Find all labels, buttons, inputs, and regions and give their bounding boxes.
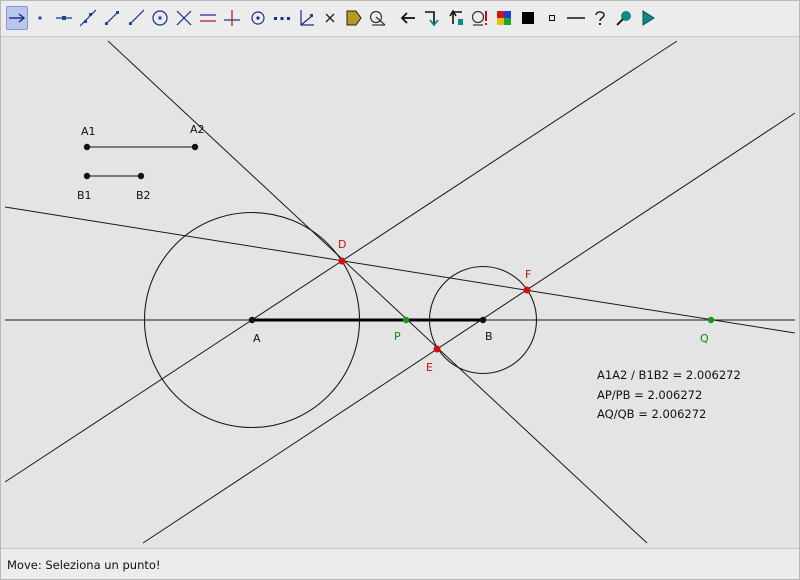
label-e: E — [426, 361, 433, 374]
angle-tool[interactable] — [295, 6, 317, 30]
point-b2[interactable] — [137, 172, 145, 180]
point-style-tool[interactable] — [541, 6, 563, 30]
move-tool[interactable] — [6, 6, 28, 30]
move-arrow-icon — [9, 13, 26, 23]
fill-tool[interactable] — [343, 6, 365, 30]
point-f[interactable] — [523, 286, 531, 294]
label-a: A — [253, 332, 261, 345]
point-a[interactable] — [248, 316, 256, 324]
point-icon — [38, 16, 42, 20]
segment-icon — [105, 11, 119, 25]
dash-line-icon — [567, 17, 585, 19]
delete-icon — [325, 13, 335, 23]
play-tool[interactable] — [637, 6, 659, 30]
label-b1: B1 — [77, 189, 92, 202]
point-b1[interactable] — [83, 172, 91, 180]
help-icon — [595, 11, 605, 25]
point-q[interactable] — [707, 316, 715, 324]
midpoint-icon — [251, 11, 265, 25]
fill-polygon-icon — [346, 10, 362, 26]
point-e[interactable] — [433, 345, 441, 353]
circle-center-tool[interactable] — [247, 6, 269, 30]
status-bar: Move: Seleziona un punto! — [1, 548, 799, 579]
line-icon — [79, 9, 97, 27]
point-a1[interactable] — [83, 143, 91, 151]
parallel-icon — [200, 14, 216, 22]
ratio-segments-readout: A1A2 / B1B2 = 2.006272 — [597, 368, 741, 382]
point-on-line-tool[interactable] — [53, 6, 75, 30]
measure-tool[interactable] — [367, 6, 389, 30]
label-b2: B2 — [136, 189, 151, 202]
label-f: F — [525, 268, 531, 281]
line-through-d-f[interactable] — [4, 206, 796, 334]
undo-tool[interactable] — [397, 6, 419, 30]
redo-arrow-icon — [425, 11, 439, 27]
angle-icon — [300, 10, 314, 26]
help-tool[interactable] — [589, 6, 611, 30]
thick-style-tool[interactable] — [517, 6, 539, 30]
ratio-q-readout: AQ/QB = 2.006272 — [597, 407, 706, 421]
label-q: Q — [700, 332, 709, 345]
line-through-d-e[interactable] — [107, 40, 648, 544]
measure-icon — [369, 10, 386, 26]
drawing-canvas[interactable]: A1 A2 B1 B2 A B P Q D E F A1A2 / B1B2 = … — [1, 37, 799, 547]
circle-tool[interactable] — [149, 6, 171, 30]
label-a2: A2 — [190, 123, 205, 136]
point-a2[interactable] — [191, 143, 199, 151]
geometry-drawing[interactable]: A1 A2 B1 B2 A B P Q D E F A1A2 / B1B2 = … — [1, 37, 799, 547]
rotate-tool[interactable] — [445, 6, 467, 30]
point-tool[interactable] — [29, 6, 51, 30]
midpoint-tool[interactable] — [271, 6, 293, 30]
label-d: D — [338, 238, 346, 251]
circle-icon — [152, 10, 168, 26]
zoom-tool[interactable] — [613, 6, 635, 30]
label-p: P — [394, 330, 401, 343]
ray-icon — [129, 9, 145, 25]
color-palette-icon — [497, 11, 511, 25]
intersection-tool[interactable] — [173, 6, 195, 30]
toolbar — [1, 1, 799, 37]
parallel-tool[interactable] — [197, 6, 219, 30]
ray-tool[interactable] — [125, 6, 147, 30]
point-on-line-icon — [56, 16, 72, 20]
locus-icon — [471, 10, 487, 26]
delete-tool[interactable] — [319, 6, 341, 30]
geometry-app-window: A1 A2 B1 B2 A B P Q D E F A1A2 / B1B2 = … — [0, 0, 800, 580]
undo-arrow-icon — [400, 12, 415, 24]
black-square-icon — [522, 12, 534, 24]
point-d[interactable] — [338, 257, 346, 265]
status-message: Move: Seleziona un punto! — [7, 558, 161, 572]
perpendicular-icon — [224, 10, 240, 26]
locus-tool[interactable] — [469, 6, 491, 30]
small-square-icon — [549, 15, 555, 21]
line-tool[interactable] — [77, 6, 99, 30]
intersection-icon — [176, 10, 192, 26]
color-tool[interactable] — [493, 6, 515, 30]
rotate-icon — [449, 9, 463, 25]
point-b[interactable] — [479, 316, 487, 324]
line-style-tool[interactable] — [565, 6, 587, 30]
perpendicular-tool[interactable] — [221, 6, 243, 30]
point-p[interactable] — [402, 316, 410, 324]
segment-tool[interactable] — [101, 6, 123, 30]
midpoint-dots-icon — [274, 17, 290, 20]
ratio-p-readout: AP/PB = 2.006272 — [597, 388, 702, 402]
label-a1: A1 — [81, 125, 96, 138]
zoom-icon — [616, 11, 631, 26]
label-b: B — [485, 330, 493, 343]
play-icon — [642, 10, 655, 26]
redo-tool[interactable] — [421, 6, 443, 30]
